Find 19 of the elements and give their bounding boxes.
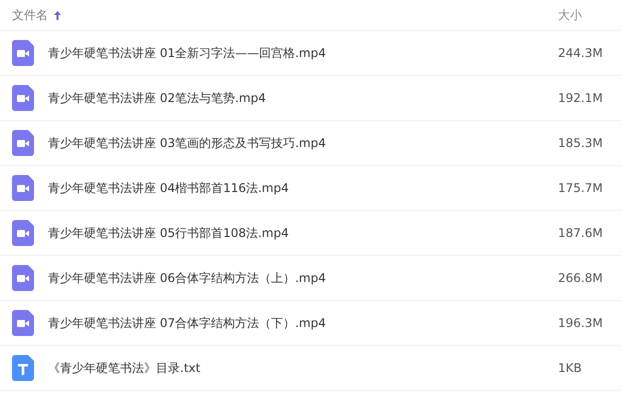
file-name[interactable]: 青少年硬笔书法讲座 01全新习字法——回宫格.mp4 (48, 44, 326, 62)
file-size: 185.3M (558, 136, 603, 150)
file-name[interactable]: 青少年硬笔书法讲座 05行书部首108法.mp4 (48, 224, 289, 242)
file-size: 175.7M (558, 181, 603, 195)
file-name[interactable]: 《青少年硬笔书法》目录.txt (48, 360, 200, 376)
file-name[interactable]: 青少年硬笔书法讲座 04楷书部首116法.mp4 (48, 180, 289, 196)
file-size: 192.1M (558, 91, 603, 105)
file-name[interactable]: 青少年硬笔书法讲座 02笔法与笔势.mp4 (48, 90, 266, 106)
file-name[interactable]: 青少年硬笔书法讲座 03笔画的形态及书写技巧.mp4 (48, 134, 326, 152)
file-size: 1KB (558, 361, 582, 375)
file-size: 244.3M (558, 46, 603, 60)
file-size: 266.8M (558, 271, 603, 285)
file-size: 196.3M (558, 316, 603, 330)
file-name[interactable]: 青少年硬笔书法讲座 06合体字结构方法（上）.mp4 (48, 270, 326, 286)
column-header[interactable]: 文件名 (12, 6, 48, 24)
file-name[interactable]: 青少年硬笔书法讲座 07合体字结构方法（下）.mp4 (48, 314, 326, 332)
file-size: 187.6M (558, 226, 603, 240)
column-header[interactable]: 大小 (558, 6, 582, 24)
sort-arrow-icon[interactable] (54, 10, 61, 20)
